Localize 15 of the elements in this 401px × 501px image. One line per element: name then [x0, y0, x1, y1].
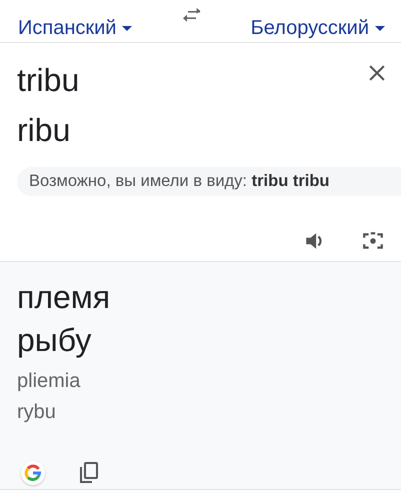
- transliteration-text: rybu: [17, 400, 57, 425]
- swap-icon[interactable]: [182, 8, 202, 22]
- translation-text: племя: [17, 278, 112, 317]
- close-icon[interactable]: [369, 65, 385, 81]
- translation-text: рыбу: [17, 321, 92, 360]
- target-language-selector[interactable]: Белорусский: [250, 17, 385, 42]
- caret-icon: [122, 26, 132, 31]
- source-language-selector[interactable]: Испанский: [18, 17, 132, 42]
- source-text: tribu: [17, 61, 80, 100]
- source-text: ribu: [17, 111, 72, 150]
- google-logo-icon: [21, 461, 45, 485]
- suggestion-chip[interactable]: Возможно, вы имели в виду: tribu tribu: [17, 167, 401, 196]
- transliteration-text: pliemia: [17, 369, 82, 394]
- copy-icon[interactable]: [79, 462, 99, 484]
- caret-icon: [375, 26, 385, 31]
